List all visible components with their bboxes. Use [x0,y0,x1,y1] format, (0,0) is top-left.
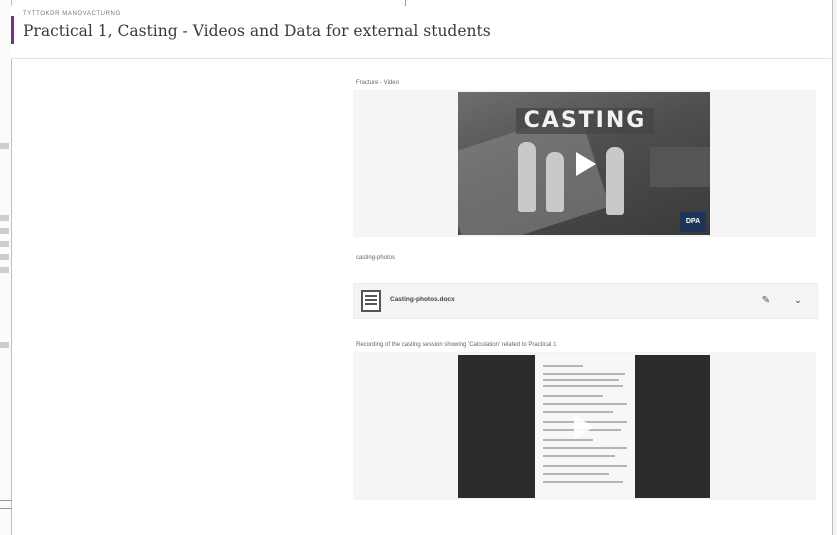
right-edge-panel [832,0,837,535]
file-attachment[interactable]: Casting-photos.docx ✎ ⌄ [353,283,818,319]
document-line [543,395,603,397]
edge-mark [0,143,9,149]
edge-mark [0,254,9,260]
play-icon[interactable] [576,152,596,176]
document-line [543,411,613,413]
recording-video-player[interactable] [458,355,710,498]
document-line [543,403,627,405]
channel-logo: DPA [680,212,706,232]
video-thumbnail-object [650,147,710,187]
page-header: TYTTOKDR MANOVACTURNG Practical 1, Casti… [11,6,831,59]
video-title-overlay: CASTING [516,108,654,134]
video-thumbnail-figure [546,152,564,212]
header-accent-bar [11,16,14,44]
document-line [543,439,593,441]
document-line [543,473,609,475]
play-icon[interactable] [574,415,594,439]
file-section-label: casting-photos [356,255,396,261]
edge-mark [0,241,9,247]
document-line [543,385,623,387]
page-title: Practical 1, Casting - Videos and Data f… [23,22,491,40]
file-name-link[interactable]: Casting-photos.docx [390,296,455,303]
document-line [543,447,627,449]
window-divider [0,500,12,501]
video1-label: Fracture - Video [356,80,399,86]
edge-mark [0,267,9,273]
document-line [543,379,619,381]
window-divider [0,508,12,509]
casting-video-player[interactable]: CASTING DPA [458,92,710,235]
document-line [543,365,583,367]
document-file-icon [361,290,381,312]
document-line [543,465,627,467]
left-edge-panel [0,0,12,535]
document-line [543,455,615,457]
video-thumbnail-figure [518,142,536,212]
edge-mark [0,342,9,348]
pencil-icon[interactable]: ✎ [758,293,774,309]
edge-mark [0,228,9,234]
video2-label: Recording of the casting session showing… [356,342,557,348]
chevron-down-icon[interactable]: ⌄ [790,293,806,309]
document-line [543,481,623,483]
breadcrumb[interactable]: TYTTOKDR MANOVACTURNG [23,11,121,17]
video-thumbnail-figure [606,147,624,215]
edge-mark [0,215,9,221]
document-line [543,373,625,375]
